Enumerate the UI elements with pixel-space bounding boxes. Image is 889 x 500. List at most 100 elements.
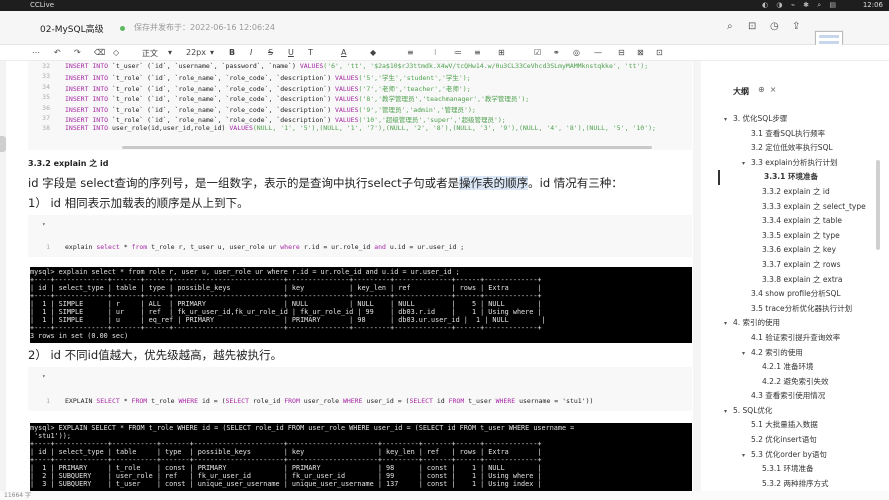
- outline-item[interactable]: 5.2 优化insert语句: [718, 433, 878, 448]
- divider-icon[interactable]: —: [594, 48, 602, 57]
- document-title[interactable]: 02-MySQL高级: [40, 22, 104, 35]
- outline-item[interactable]: 3.2 定位低效率执行SQL: [718, 141, 878, 156]
- bullet-list-icon[interactable]: ⁝: [434, 48, 437, 57]
- outline-item-label: 3.3.4 explain 之 table: [762, 216, 842, 226]
- terminal-line: | 2 | SUBQUERY | user_role | ref | fk_ur…: [30, 472, 542, 480]
- table-icon[interactable]: ⊠: [637, 48, 644, 57]
- code-line: INSERT INTO `t_role` (`id`, `role_name`,…: [65, 74, 471, 83]
- collapse-chevron-icon[interactable]: ▾: [42, 221, 46, 228]
- outline-item[interactable]: 4.2.1 准备环境: [718, 360, 878, 375]
- line-number: 34: [42, 82, 50, 91]
- outline-item[interactable]: 3.3.3 explain 之 select_type: [718, 200, 878, 215]
- saved-status-dot: [120, 26, 125, 31]
- outline-item-label: 3. 优化SQL步骤: [733, 114, 788, 123]
- outline-item[interactable]: 3.1 查看SQL执行频率: [718, 127, 878, 142]
- collapse-chevron-icon[interactable]: ▾: [42, 373, 46, 380]
- outline-item[interactable]: 3.4 show profile分析SQL: [718, 287, 878, 302]
- image-icon[interactable]: ⊟: [618, 48, 625, 57]
- more-icon[interactable]: ⋯: [32, 48, 40, 57]
- outline-item-label: 5.3 优化order by语句: [751, 449, 827, 459]
- chevron-down-icon[interactable]: ▾: [742, 157, 751, 171]
- outline-item-label: 3.1 查看SQL执行频率: [751, 128, 826, 138]
- chevron-down-icon[interactable]: ▾: [724, 113, 733, 127]
- indent-icon[interactable]: ≡: [474, 48, 481, 57]
- outline-item[interactable]: 3.3.2 explain 之 id: [718, 185, 878, 200]
- line-number: 37: [42, 114, 50, 122]
- chevron-down-icon[interactable]: ▾: [724, 317, 733, 331]
- redo-icon[interactable]: ↷: [74, 48, 81, 57]
- document-body: 32 INSERT INTO `t_user` (`id`, `username`…: [28, 61, 692, 491]
- font-size-select[interactable]: 22px: [186, 48, 206, 57]
- emoji-icon[interactable]: ◎: [573, 48, 580, 57]
- font-color-icon[interactable]: A: [341, 48, 346, 57]
- outline-item[interactable]: ▾ 4. 索引的使用: [718, 316, 878, 331]
- text-effects-icon[interactable]: T: [308, 48, 313, 57]
- outline-item[interactable]: 4.2.2 避免索引失效: [718, 375, 878, 390]
- search-icon[interactable]: ⌕: [727, 21, 733, 32]
- outline-item[interactable]: 3.3.4 explain 之 table: [718, 214, 878, 229]
- code-block-insert-statements[interactable]: 32 INSERT INTO `t_user` (`id`, `username`…: [28, 61, 692, 145]
- outline-item[interactable]: 5.3.1 环境准备: [718, 462, 878, 477]
- outline-item-label: 3.4 show profile分析SQL: [751, 289, 841, 299]
- terminal-line: +----+-------------+-------+------+-----…: [30, 292, 542, 300]
- chevron-down-icon[interactable]: ▾: [210, 48, 214, 57]
- outline-item[interactable]: 5.1 大批量插入数据: [718, 418, 878, 433]
- paragraph-style-select[interactable]: 正文: [142, 48, 158, 59]
- outline-item[interactable]: 3.3.5 explain 之 type: [718, 229, 878, 244]
- checkbox-icon[interactable]: ☑: [534, 48, 541, 57]
- numbered-list-icon[interactable]: ≔: [454, 48, 462, 57]
- outline-item[interactable]: 3.3.8 explain 之 extra: [718, 273, 878, 288]
- line-spacing-icon[interactable]: ⊞: [498, 48, 505, 57]
- clock-icon[interactable]: ◷: [770, 21, 779, 32]
- outline-item[interactable]: 3.3.1 环境准备: [718, 170, 878, 185]
- underline-icon[interactable]: U: [288, 48, 294, 57]
- highlight-icon[interactable]: ◆: [370, 48, 376, 57]
- terminal-line: 3 rows in set (0.00 sec): [30, 332, 129, 340]
- outline-item[interactable]: ▾ 3.3 explain分析执行计划: [718, 156, 878, 171]
- code-block-explain-join[interactable]: ▾ 1 explain select * from t_role r, t_us…: [28, 215, 692, 257]
- highlighted-text: 操作表的顺序: [459, 176, 529, 190]
- terminal-line: +----+-------------+-------+------+-----…: [30, 324, 542, 332]
- outline-item[interactable]: 3.3.6 explain 之 key: [718, 243, 878, 258]
- share-icon[interactable]: ⇪: [792, 21, 800, 32]
- outline-item-label: 3.5 trace分析优化器执行计划: [751, 303, 853, 313]
- left-panel-toggle[interactable]: [0, 136, 6, 152]
- terminal-line: +----+-------------+-----------+-------+…: [30, 456, 542, 464]
- clear-format-icon[interactable]: ◇: [113, 48, 119, 57]
- line-number: 35: [42, 93, 50, 102]
- code-block-explain-subquery[interactable]: ▾ 1 EXPLAIN SELECT * FROM t_role WHERE i…: [28, 367, 692, 411]
- terminal-line: 'stu1'));: [30, 432, 71, 440]
- status-bar: 11664 字: [0, 491, 889, 500]
- outline-scrollbar[interactable]: [876, 160, 880, 250]
- view-icon[interactable]: ⊡: [748, 21, 756, 32]
- outline-item[interactable]: 4.1 验证索引提升查询效率: [718, 331, 878, 346]
- format-painter-icon[interactable]: ⌫: [94, 48, 105, 57]
- clock: 12:06: [862, 1, 883, 9]
- align-icon[interactable]: ≡: [407, 48, 414, 57]
- outline-item[interactable]: ▾ 5.3 优化order by语句: [718, 448, 878, 463]
- chevron-down-icon[interactable]: ▾: [742, 347, 751, 361]
- code-line: INSERT INTO `t_role` (`id`, `role_name`,…: [65, 116, 506, 124]
- undo-icon[interactable]: ↶: [54, 48, 61, 57]
- outline-item[interactable]: 5.3.2 两种排序方式: [718, 477, 878, 492]
- terminal-line: | 1 | SIMPLE | u | eq_ref | PRIMARY | PR…: [30, 316, 546, 324]
- outline-item[interactable]: ▾ 5. SQL优化: [718, 404, 878, 419]
- chevron-down-icon[interactable]: ▾: [742, 449, 751, 463]
- chevron-down-icon[interactable]: ▾: [168, 48, 172, 57]
- more-insert-icon[interactable]: ⊡: [656, 48, 663, 57]
- outline-pin-icon[interactable]: ⊕×: [758, 85, 781, 94]
- outline-item[interactable]: ▾ 4.2 索引的使用: [718, 346, 878, 361]
- code-scrollbar-track[interactable]: [28, 145, 692, 150]
- document-scrollbar[interactable]: [693, 61, 701, 491]
- outline-item[interactable]: ▾ 3. 优化SQL步骤: [718, 112, 878, 127]
- strikethrough-icon[interactable]: S: [268, 48, 273, 57]
- italic-icon[interactable]: I: [250, 48, 252, 57]
- chevron-down-icon[interactable]: ▾: [724, 405, 733, 419]
- outline-item-label: 4.2 索引的使用: [751, 347, 803, 357]
- outline-item[interactable]: 4.3 查看索引使用情况: [718, 389, 878, 404]
- link-icon[interactable]: ⚭: [553, 48, 560, 57]
- outline-item[interactable]: 3.5 trace分析优化器执行计划: [718, 302, 878, 317]
- bold-icon[interactable]: B: [229, 48, 235, 57]
- code-scrollbar-thumb[interactable]: [122, 146, 652, 149]
- outline-item[interactable]: 3.3.7 explain 之 rows: [718, 258, 878, 273]
